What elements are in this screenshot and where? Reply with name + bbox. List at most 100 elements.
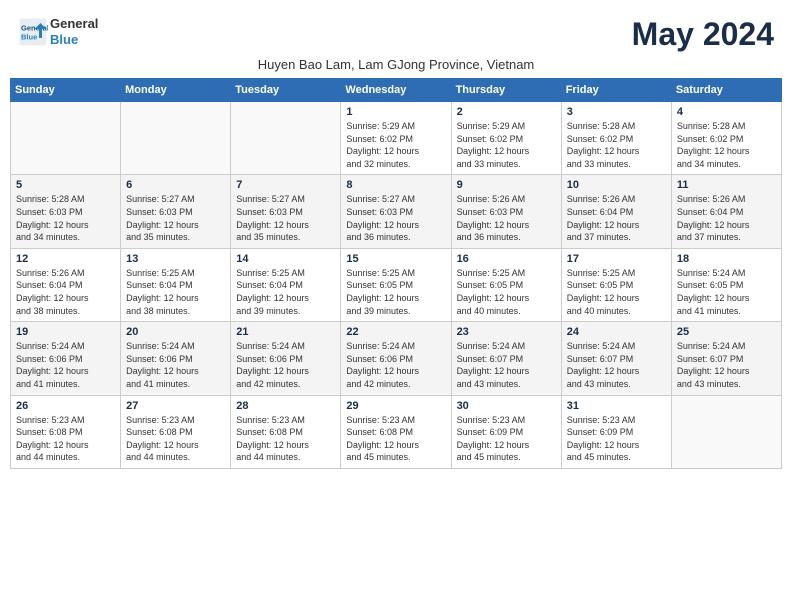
logo: General Blue General Blue — [18, 16, 98, 47]
day-info: Sunrise: 5:26 AM Sunset: 6:03 PM Dayligh… — [457, 193, 556, 243]
logo-line2: Blue — [50, 32, 98, 48]
day-number: 16 — [457, 253, 556, 265]
calendar-cell: 5Sunrise: 5:28 AM Sunset: 6:03 PM Daylig… — [11, 175, 121, 248]
calendar-cell: 11 Sunrise: 5:26 AM Sunset: 6:04 PM Dayli… — [671, 175, 781, 248]
day-number: 7 — [236, 179, 335, 191]
day-number: 2 — [457, 106, 556, 118]
calendar-cell: 24Sunrise: 5:24 AM Sunset: 6:07 PM Dayli… — [561, 322, 671, 395]
day-info: Sunrise: 5:27 AM Sunset: 6:03 PM Dayligh… — [126, 193, 225, 243]
calendar-cell: 28 Sunrise: 5:23 AM Sunset: 6:08 PM Dayli… — [231, 395, 341, 468]
day-info: Sunrise: 5:23 AM Sunset: 6:08 PM Dayligh… — [16, 414, 115, 464]
day-number: 19 — [16, 326, 115, 338]
day-number: 11 — [677, 179, 776, 191]
weekday-header-friday: Friday — [561, 79, 671, 102]
calendar-cell: 20Sunrise: 5:24 AM Sunset: 6:06 PM Dayli… — [121, 322, 231, 395]
calendar-cell: 12 Sunrise: 5:26 AM Sunset: 6:04 PM Dayli… — [11, 248, 121, 321]
weekday-header-saturday: Saturday — [671, 79, 781, 102]
weekday-header-thursday: Thursday — [451, 79, 561, 102]
day-info: Sunrise: 5:23 AM Sunset: 6:09 PM Dayligh… — [457, 414, 556, 464]
day-info: Sunrise: 5:28 AM Sunset: 6:02 PM Dayligh… — [677, 120, 776, 170]
day-number: 12 — [16, 253, 115, 265]
day-info: Sunrise: 5:23 AM Sunset: 6:09 PM Dayligh… — [567, 414, 666, 464]
weekday-header-sunday: Sunday — [11, 79, 121, 102]
calendar-cell: 13 Sunrise: 5:25 AM Sunset: 6:04 PM Dayli… — [121, 248, 231, 321]
day-number: 14 — [236, 253, 335, 265]
day-number: 4 — [677, 106, 776, 118]
day-info: Sunrise: 5:25 AM Sunset: 6:04 PM Dayligh… — [126, 267, 225, 317]
day-number: 3 — [567, 106, 666, 118]
month-year-title: May 2024 — [632, 16, 774, 53]
day-number: 8 — [346, 179, 445, 191]
calendar-cell — [231, 102, 341, 175]
day-number: 31 — [567, 400, 666, 412]
day-number: 28 — [236, 400, 335, 412]
day-info: Sunrise: 5:24 AM Sunset: 6:07 PM Dayligh… — [457, 340, 556, 390]
day-number: 25 — [677, 326, 776, 338]
calendar-cell: 17 Sunrise: 5:25 AM Sunset: 6:05 PM Dayli… — [561, 248, 671, 321]
calendar-cell: 10 Sunrise: 5:26 AM Sunset: 6:04 PM Dayli… — [561, 175, 671, 248]
logo-icon: General Blue — [18, 17, 48, 47]
weekday-header-row: SundayMondayTuesdayWednesdayThursdayFrid… — [11, 79, 782, 102]
svg-text:Blue: Blue — [21, 32, 37, 41]
title-section: May 2024 — [632, 16, 774, 53]
calendar-cell: 2Sunrise: 5:29 AM Sunset: 6:02 PM Daylig… — [451, 102, 561, 175]
day-info: Sunrise: 5:26 AM Sunset: 6:04 PM Dayligh… — [677, 193, 776, 243]
day-info: Sunrise: 5:25 AM Sunset: 6:05 PM Dayligh… — [567, 267, 666, 317]
calendar-week-row: 12 Sunrise: 5:26 AM Sunset: 6:04 PM Dayli… — [11, 248, 782, 321]
day-number: 17 — [567, 253, 666, 265]
day-info: Sunrise: 5:25 AM Sunset: 6:04 PM Dayligh… — [236, 267, 335, 317]
day-info: Sunrise: 5:24 AM Sunset: 6:06 PM Dayligh… — [346, 340, 445, 390]
calendar-week-row: 26 Sunrise: 5:23 AM Sunset: 6:08 PM Dayli… — [11, 395, 782, 468]
calendar-cell: 29 Sunrise: 5:23 AM Sunset: 6:08 PM Dayli… — [341, 395, 451, 468]
day-number: 21 — [236, 326, 335, 338]
calendar-cell: 25 Sunrise: 5:24 AM Sunset: 6:07 PM Dayli… — [671, 322, 781, 395]
calendar-cell: 15 Sunrise: 5:25 AM Sunset: 6:05 PM Dayli… — [341, 248, 451, 321]
day-info: Sunrise: 5:27 AM Sunset: 6:03 PM Dayligh… — [236, 193, 335, 243]
day-number: 5 — [16, 179, 115, 191]
calendar-cell: 21 Sunrise: 5:24 AM Sunset: 6:06 PM Dayli… — [231, 322, 341, 395]
calendar-cell: 3Sunrise: 5:28 AM Sunset: 6:02 PM Daylig… — [561, 102, 671, 175]
day-number: 9 — [457, 179, 556, 191]
day-number: 27 — [126, 400, 225, 412]
weekday-header-tuesday: Tuesday — [231, 79, 341, 102]
day-number: 1 — [346, 106, 445, 118]
calendar-cell: 23 Sunrise: 5:24 AM Sunset: 6:07 PM Dayli… — [451, 322, 561, 395]
day-info: Sunrise: 5:24 AM Sunset: 6:05 PM Dayligh… — [677, 267, 776, 317]
calendar-week-row: 19 Sunrise: 5:24 AM Sunset: 6:06 PM Dayli… — [11, 322, 782, 395]
calendar-cell: 30Sunrise: 5:23 AM Sunset: 6:09 PM Dayli… — [451, 395, 561, 468]
day-info: Sunrise: 5:24 AM Sunset: 6:07 PM Dayligh… — [567, 340, 666, 390]
day-number: 26 — [16, 400, 115, 412]
calendar-cell: 16Sunrise: 5:25 AM Sunset: 6:05 PM Dayli… — [451, 248, 561, 321]
day-number: 22 — [346, 326, 445, 338]
day-info: Sunrise: 5:26 AM Sunset: 6:04 PM Dayligh… — [16, 267, 115, 317]
calendar-cell: 14 Sunrise: 5:25 AM Sunset: 6:04 PM Dayli… — [231, 248, 341, 321]
day-info: Sunrise: 5:24 AM Sunset: 6:07 PM Dayligh… — [677, 340, 776, 390]
logo-text: General Blue — [50, 16, 98, 47]
logo-line1: General — [50, 16, 98, 32]
day-number: 23 — [457, 326, 556, 338]
location-subtitle: Huyen Bao Lam, Lam GJong Province, Vietn… — [10, 57, 782, 72]
page-header: General Blue General Blue May 2024 — [10, 10, 782, 53]
calendar-cell: 22 Sunrise: 5:24 AM Sunset: 6:06 PM Dayli… — [341, 322, 451, 395]
day-info: Sunrise: 5:24 AM Sunset: 6:06 PM Dayligh… — [236, 340, 335, 390]
weekday-header-wednesday: Wednesday — [341, 79, 451, 102]
day-info: Sunrise: 5:25 AM Sunset: 6:05 PM Dayligh… — [346, 267, 445, 317]
calendar-cell: 8Sunrise: 5:27 AM Sunset: 6:03 PM Daylig… — [341, 175, 451, 248]
day-info: Sunrise: 5:23 AM Sunset: 6:08 PM Dayligh… — [126, 414, 225, 464]
day-info: Sunrise: 5:24 AM Sunset: 6:06 PM Dayligh… — [16, 340, 115, 390]
day-info: Sunrise: 5:23 AM Sunset: 6:08 PM Dayligh… — [236, 414, 335, 464]
day-number: 29 — [346, 400, 445, 412]
calendar-cell: 4 Sunrise: 5:28 AM Sunset: 6:02 PM Daylig… — [671, 102, 781, 175]
weekday-header-monday: Monday — [121, 79, 231, 102]
day-number: 6 — [126, 179, 225, 191]
calendar-week-row: 5Sunrise: 5:28 AM Sunset: 6:03 PM Daylig… — [11, 175, 782, 248]
day-info: Sunrise: 5:29 AM Sunset: 6:02 PM Dayligh… — [346, 120, 445, 170]
day-number: 15 — [346, 253, 445, 265]
day-info: Sunrise: 5:24 AM Sunset: 6:06 PM Dayligh… — [126, 340, 225, 390]
day-number: 13 — [126, 253, 225, 265]
calendar-cell: 19 Sunrise: 5:24 AM Sunset: 6:06 PM Dayli… — [11, 322, 121, 395]
day-info: Sunrise: 5:26 AM Sunset: 6:04 PM Dayligh… — [567, 193, 666, 243]
calendar-cell: 1 Sunrise: 5:29 AM Sunset: 6:02 PM Daylig… — [341, 102, 451, 175]
day-info: Sunrise: 5:23 AM Sunset: 6:08 PM Dayligh… — [346, 414, 445, 464]
day-number: 10 — [567, 179, 666, 191]
